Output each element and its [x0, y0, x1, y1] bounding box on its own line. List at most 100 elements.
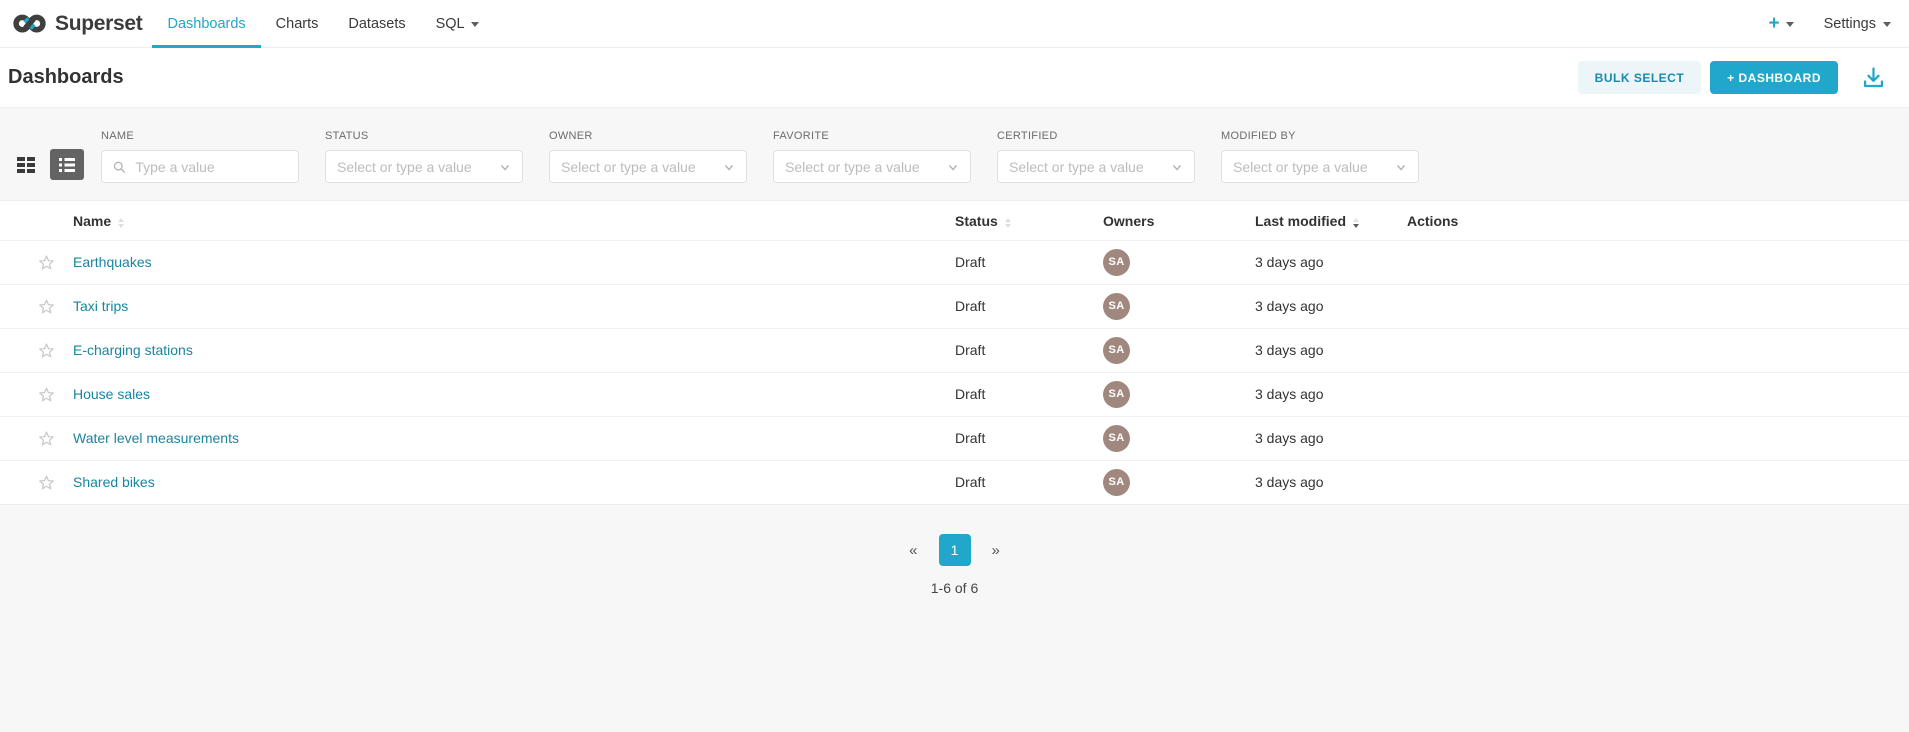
filter-select-placeholder: Select or type a value — [561, 159, 696, 175]
filter-label: STATUS — [325, 130, 523, 142]
star-outline-icon — [38, 430, 55, 447]
filter-input-name[interactable] — [133, 158, 287, 176]
top-navbar: Superset Dashboards Charts Datasets SQL + S… — [0, 0, 1909, 48]
download-icon — [1860, 64, 1887, 91]
dashboards-table: NameStatusOwnersLast modifiedActions Ear… — [0, 200, 1909, 505]
dashboard-link[interactable]: Shared bikes — [73, 474, 155, 490]
caret-updown-icon[interactable] — [1353, 218, 1359, 228]
favorite-star-button[interactable] — [38, 254, 55, 271]
chevron-down-icon — [499, 161, 511, 173]
dashboard-link[interactable]: E-charging stations — [73, 342, 193, 358]
favorite-star-button[interactable] — [38, 386, 55, 403]
filter-label: OWNER — [549, 130, 747, 142]
owner-avatar[interactable]: SA — [1103, 249, 1130, 276]
column-header-last-modified[interactable]: Last modified — [1240, 201, 1392, 240]
dashboard-link[interactable]: Water level measurements — [73, 430, 239, 446]
nav-tab-datasets[interactable]: Datasets — [333, 0, 420, 47]
filter-label: CERTIFIED — [997, 130, 1195, 142]
filter-control-modified-by[interactable]: Select or type a value — [1221, 150, 1419, 183]
pagination-prev[interactable]: « — [909, 543, 917, 558]
column-header-status[interactable]: Status — [940, 201, 1088, 240]
actions-cell — [1392, 460, 1909, 504]
bulk-select-button[interactable]: BULK SELECT — [1578, 61, 1702, 94]
owner-avatar[interactable]: SA — [1103, 337, 1130, 364]
filter-name: NAME — [101, 130, 299, 183]
dashboard-link[interactable]: Taxi trips — [73, 298, 128, 314]
owners-cell: SA — [1088, 240, 1240, 284]
owner-avatar[interactable]: SA — [1103, 381, 1130, 408]
card-view-toggle[interactable] — [17, 157, 35, 173]
column-header-owners: Owners — [1088, 201, 1240, 240]
filter-select-placeholder: Select or type a value — [337, 159, 472, 175]
owners-cell: SA — [1088, 416, 1240, 460]
favorite-cell — [0, 460, 60, 504]
last-modified-cell: 3 days ago — [1240, 328, 1392, 372]
owners-cell: SA — [1088, 372, 1240, 416]
table-row: House salesDraftSA3 days ago — [0, 372, 1909, 416]
pagination-next[interactable]: » — [992, 543, 1000, 558]
filter-control-owner[interactable]: Select or type a value — [549, 150, 747, 183]
favorite-cell — [0, 284, 60, 328]
chevron-down-icon — [471, 22, 479, 27]
status-cell: Draft — [940, 460, 1088, 504]
nav-tab-label: Datasets — [348, 16, 405, 32]
filter-modified-by: MODIFIED BYSelect or type a value — [1221, 130, 1419, 183]
column-header-actions: Actions — [1392, 201, 1909, 240]
view-mode-toggles — [17, 149, 84, 180]
actions-cell — [1392, 284, 1909, 328]
chevron-down-icon — [1171, 161, 1183, 173]
owner-avatar[interactable]: SA — [1103, 469, 1130, 496]
table-row: E-charging stations Draft SA 3 days ago — [0, 328, 1909, 372]
filter-label: NAME — [101, 130, 299, 142]
caret-updown-icon[interactable] — [1005, 218, 1011, 228]
table-row: EarthquakesDraftSA3 days ago — [0, 240, 1909, 284]
filter-control-certified[interactable]: Select or type a value — [997, 150, 1195, 183]
status-cell: Draft — [940, 240, 1088, 284]
name-cell: Earthquakes — [60, 240, 940, 284]
nav-tab-sql[interactable]: SQL — [421, 0, 494, 47]
star-outline-icon — [38, 298, 55, 315]
owners-cell: SA — [1088, 284, 1240, 328]
chevron-down-icon — [1883, 22, 1891, 27]
settings-menu[interactable]: Settings — [1824, 16, 1891, 32]
favorite-star-button[interactable] — [38, 298, 55, 315]
chevron-down-icon — [723, 161, 735, 173]
favorite-star-button[interactable] — [38, 430, 55, 447]
pagination-page-1[interactable]: 1 — [939, 534, 971, 566]
favorite-cell — [0, 416, 60, 460]
favorite-star-button[interactable] — [38, 342, 55, 359]
nav-tab-dashboards[interactable]: Dashboards — [152, 0, 260, 47]
nav-tab-label: Charts — [276, 16, 319, 32]
new-dashboard-button[interactable]: + DASHBOARD — [1710, 61, 1838, 94]
new-item-menu[interactable]: + — [1768, 14, 1793, 33]
list-icon — [59, 158, 75, 172]
filter-select-placeholder: Select or type a value — [785, 159, 920, 175]
superset-logo[interactable]: Superset — [13, 0, 142, 47]
favorite-star-button[interactable] — [38, 474, 55, 491]
last-modified-cell: 3 days ago — [1240, 460, 1392, 504]
owner-avatar[interactable]: SA — [1103, 425, 1130, 452]
caret-updown-icon[interactable] — [118, 218, 124, 228]
filter-control-favorite[interactable]: Select or type a value — [773, 150, 971, 183]
filter-certified: CERTIFIED Select or type a value — [997, 130, 1195, 183]
filter-control-name[interactable] — [101, 150, 299, 183]
main-nav: Dashboards Charts Datasets SQL — [152, 0, 493, 47]
table-row: Taxi tripsDraftSA3 days ago — [0, 284, 1909, 328]
nav-tab-charts[interactable]: Charts — [261, 0, 334, 47]
status-cell: Draft — [940, 328, 1088, 372]
dashboard-link[interactable]: House sales — [73, 386, 150, 402]
owner-avatar[interactable]: SA — [1103, 293, 1130, 320]
page-title: Dashboards — [8, 66, 124, 89]
column-header-name[interactable]: Name — [60, 201, 940, 240]
owners-cell: SA — [1088, 460, 1240, 504]
page-header: Dashboards BULK SELECT + DASHBOARD — [0, 48, 1909, 108]
chevron-down-icon — [1395, 161, 1407, 173]
chevron-down-icon — [947, 161, 959, 173]
list-view-toggle[interactable] — [50, 149, 84, 180]
export-dashboards-button[interactable] — [1860, 64, 1887, 91]
column-header-favorite — [0, 201, 60, 240]
dashboard-link[interactable]: Earthquakes — [73, 254, 152, 270]
filter-control-status[interactable]: Select or type a value — [325, 150, 523, 183]
last-modified-cell: 3 days ago — [1240, 416, 1392, 460]
star-outline-icon — [38, 254, 55, 271]
